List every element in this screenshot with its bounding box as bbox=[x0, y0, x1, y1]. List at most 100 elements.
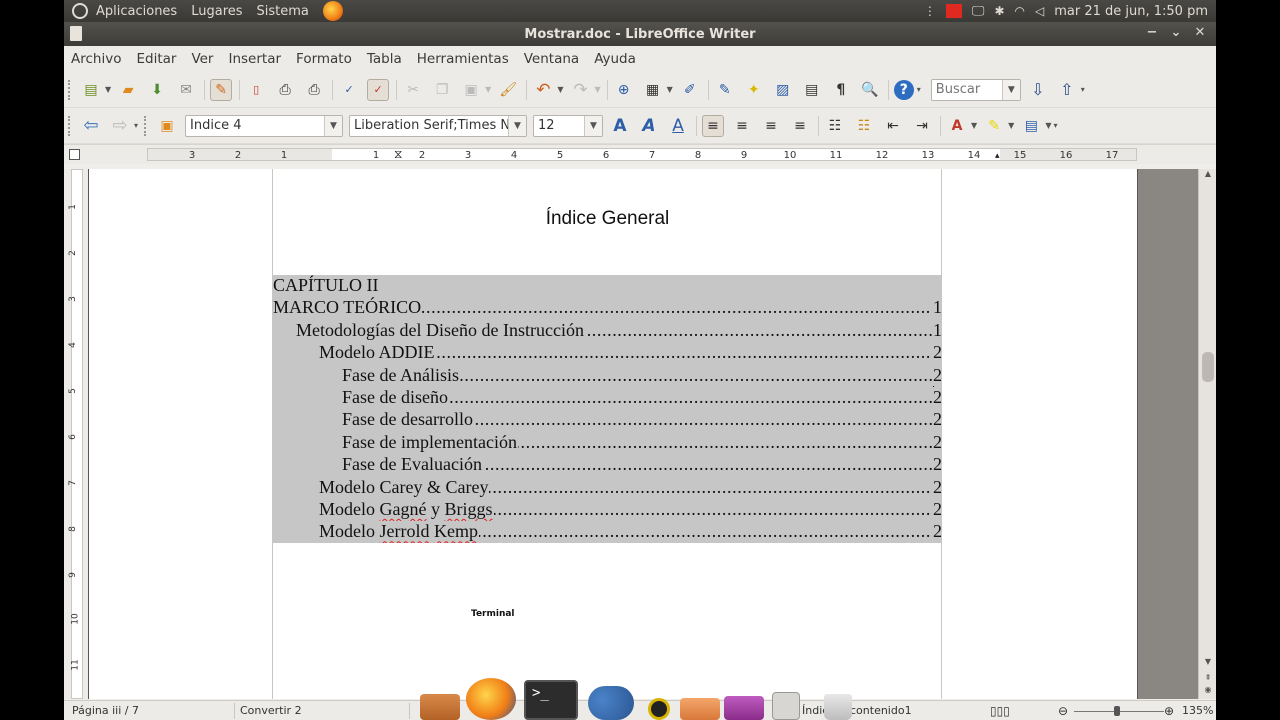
search-dropdown-icon[interactable]: ▼ bbox=[1001, 79, 1020, 100]
search-combo[interactable]: ▼ bbox=[930, 78, 1021, 101]
font-name-combo[interactable]: Liberation Serif;Times N ▼ bbox=[349, 114, 528, 137]
vertical-ruler[interactable]: 1 2 3 4 5 6 7 8 9 10 11 bbox=[64, 169, 88, 699]
background-color-icon[interactable]: ▤ bbox=[1020, 115, 1042, 137]
ubuntu-logo-icon[interactable] bbox=[72, 3, 88, 19]
spellcheck-icon[interactable]: ✓ bbox=[338, 79, 360, 101]
document-page[interactable]: Índice General CAPÍTULO II..............… bbox=[88, 169, 1138, 699]
find-previous-icon[interactable]: ⇧ bbox=[1056, 79, 1078, 101]
numbering-icon[interactable]: ☷ bbox=[824, 115, 846, 137]
monitor-icon[interactable]: 🖵 bbox=[972, 4, 985, 19]
toc-entry[interactable]: ........................................… bbox=[273, 409, 942, 431]
show-draw-icon[interactable]: ✐ bbox=[679, 79, 701, 101]
scroll-thumb[interactable] bbox=[1202, 352, 1214, 382]
dock-item-users-icon[interactable] bbox=[588, 686, 634, 720]
menu-ver[interactable]: Ver bbox=[191, 51, 221, 67]
toc-entry[interactable]: ........................................… bbox=[273, 521, 942, 543]
edit-mode-icon[interactable]: ✎ bbox=[210, 78, 233, 101]
search-input[interactable] bbox=[935, 82, 1002, 97]
page-style[interactable]: Convertir 2 bbox=[240, 704, 302, 717]
menu-ventana[interactable]: Ventana bbox=[524, 51, 587, 67]
dock-item-audio-icon[interactable] bbox=[648, 698, 670, 720]
menu-editar[interactable]: Editar bbox=[136, 51, 184, 67]
search-more-icon[interactable]: ▾ bbox=[1081, 85, 1085, 94]
gallery-icon[interactable]: ▨ bbox=[772, 79, 794, 101]
clock[interactable]: mar 21 de jun, 1:50 pm bbox=[1054, 4, 1208, 19]
toc-entry[interactable]: ........................................… bbox=[273, 342, 942, 364]
undo-dropdown-icon[interactable]: ▼ bbox=[557, 85, 563, 94]
back-arrow-icon[interactable]: ⇦ bbox=[80, 115, 102, 137]
dock-item-anchor-icon[interactable] bbox=[420, 694, 460, 720]
indent-marker-icon[interactable]: ⧖ bbox=[394, 147, 402, 162]
redo-icon[interactable]: ↷ bbox=[569, 79, 591, 101]
background-dropdown-icon[interactable]: ▼ bbox=[1045, 121, 1051, 130]
zoom-slider-knob[interactable] bbox=[1114, 706, 1120, 716]
navigator-icon[interactable]: ✦ bbox=[743, 79, 765, 101]
autospellcheck-icon[interactable]: ✓ bbox=[367, 78, 390, 101]
toc-entry[interactable]: CAPÍTULO II bbox=[273, 275, 942, 297]
justify-icon[interactable]: ≡ bbox=[789, 115, 811, 137]
print-preview-icon[interactable]: ⎙ bbox=[303, 79, 325, 101]
maximize-button[interactable]: ⌄ bbox=[1166, 24, 1186, 42]
new-dropdown-icon[interactable]: ▼ bbox=[105, 85, 111, 94]
minimize-button[interactable]: − bbox=[1142, 24, 1162, 42]
increase-indent-icon[interactable]: ⇥ bbox=[911, 115, 933, 137]
table-of-contents[interactable]: CAPÍTULO II.............................… bbox=[273, 275, 942, 543]
nav-more-icon[interactable]: ▾ bbox=[134, 121, 138, 130]
open-folder-icon[interactable]: ▰ bbox=[117, 79, 139, 101]
cut-icon[interactable]: ✂ bbox=[402, 79, 424, 101]
styles-formatting-icon[interactable]: ▣ bbox=[156, 115, 178, 137]
toolbar-grip[interactable] bbox=[68, 79, 72, 100]
dock-item-trash-icon[interactable] bbox=[824, 694, 852, 720]
hyperlink-icon[interactable]: ⊕ bbox=[613, 79, 635, 101]
close-button[interactable]: ✕ bbox=[1190, 24, 1210, 42]
email-icon[interactable]: ✉ bbox=[175, 79, 197, 101]
page-count[interactable]: Página iii / 7 bbox=[72, 704, 139, 717]
record-indicator-icon[interactable] bbox=[945, 4, 962, 18]
table-icon[interactable]: ▦ bbox=[642, 79, 664, 101]
formatting-marks-icon[interactable]: ¶ bbox=[830, 79, 852, 101]
align-right-icon[interactable]: ≡ bbox=[760, 115, 782, 137]
find-replace-icon[interactable]: ✎ bbox=[714, 79, 736, 101]
highlight-dropdown-icon[interactable]: ▼ bbox=[1008, 121, 1014, 130]
zoom-level[interactable]: 135% bbox=[1182, 704, 1213, 717]
prev-page-icon[interactable]: ⇞ bbox=[1201, 673, 1215, 685]
tab-stop-selector[interactable] bbox=[69, 149, 80, 160]
align-center-icon[interactable]: ≡ bbox=[731, 115, 753, 137]
toc-entry[interactable]: ........................................… bbox=[273, 297, 942, 319]
paste-icon[interactable]: ▣ bbox=[460, 79, 482, 101]
highlight-icon[interactable]: ✎ bbox=[983, 115, 1005, 137]
align-left-icon[interactable]: ≡ bbox=[702, 114, 725, 137]
font-size-dropdown-icon[interactable]: ▼ bbox=[584, 115, 603, 136]
toc-entry[interactable]: ........................................… bbox=[273, 499, 942, 521]
volume-icon[interactable]: ◁ bbox=[1035, 4, 1044, 18]
system-menu[interactable]: Sistema bbox=[257, 4, 309, 19]
italic-icon[interactable]: A bbox=[638, 115, 660, 137]
dock-item-document-icon[interactable] bbox=[772, 692, 800, 720]
export-pdf-icon[interactable]: ▯ bbox=[245, 79, 267, 101]
menu-ayuda[interactable]: Ayuda bbox=[594, 51, 644, 67]
bluetooth-icon[interactable]: ✱ bbox=[994, 4, 1004, 18]
toc-entry[interactable]: ........................................… bbox=[273, 387, 942, 409]
toc-entry[interactable]: ........................................… bbox=[273, 319, 942, 342]
toolbar-grip[interactable] bbox=[144, 115, 148, 136]
format-more-icon[interactable]: ▾ bbox=[1053, 121, 1057, 130]
toc-entry[interactable]: ........................................… bbox=[273, 364, 942, 387]
format-paintbrush-icon[interactable]: 🖌 bbox=[497, 79, 519, 101]
bold-icon[interactable]: A bbox=[609, 115, 631, 137]
applications-menu[interactable]: Aplicaciones bbox=[96, 4, 177, 19]
paragraph-style-dropdown-icon[interactable]: ▼ bbox=[324, 115, 343, 136]
new-document-icon[interactable]: ▤ bbox=[80, 79, 102, 101]
title-bar[interactable]: Mostrar.doc - LibreOffice Writer − ⌄ ✕ bbox=[64, 22, 1216, 46]
firefox-launcher-icon[interactable] bbox=[322, 1, 343, 21]
toolbar-grip[interactable] bbox=[68, 115, 72, 136]
paragraph-style-combo[interactable]: Índice 4 ▼ bbox=[185, 114, 344, 137]
horizontal-ruler[interactable]: 3 2 1 1 2 3 4 5 6 7 8 9 10 11 12 13 14 1… bbox=[147, 147, 1137, 162]
menu-herramientas[interactable]: Herramientas bbox=[417, 51, 517, 67]
menu-archivo[interactable]: Archivo bbox=[71, 51, 129, 67]
save-icon[interactable]: ⬇ bbox=[146, 79, 168, 101]
scroll-up-icon[interactable]: ▲ bbox=[1201, 169, 1215, 181]
paste-dropdown-icon[interactable]: ▼ bbox=[485, 85, 491, 94]
decrease-indent-icon[interactable]: ⇤ bbox=[882, 115, 904, 137]
underline-icon[interactable]: A bbox=[667, 115, 689, 137]
toc-entry[interactable]: ........................................… bbox=[273, 431, 942, 454]
